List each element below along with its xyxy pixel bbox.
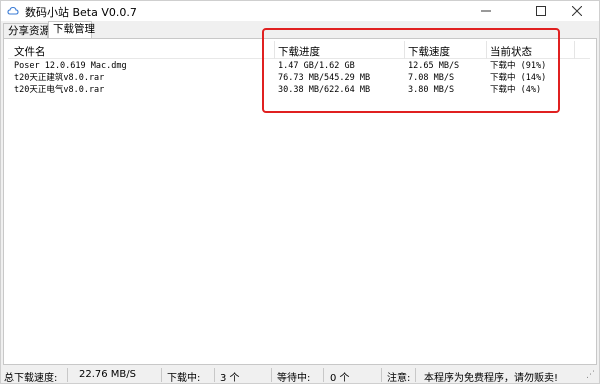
status-bar: 总下载速度: 22.76 MB/S 下载中: 3 个 等待中: 0 个 注意: … [1, 367, 599, 384]
status-divider [67, 368, 68, 382]
resize-grip-icon[interactable]: ⋰ [586, 370, 595, 380]
window-title: 数码小站 Beta V0.0.7 [25, 6, 137, 19]
app-window: 数码小站 Beta V0.0.7 分享资源 下载管理 文件名 下载进度 下载速度… [0, 0, 600, 384]
total-speed-value: 22.76 MB/S [79, 369, 137, 380]
title-bar[interactable]: 数码小站 Beta V0.0.7 [1, 1, 599, 21]
status-divider [271, 368, 272, 382]
file-name: Poser 12.0.619 Mac.dmg [14, 61, 127, 71]
notice-text: 本程序为免费程序，请勿贩卖! [424, 373, 559, 384]
red-highlight-box [262, 28, 560, 113]
total-speed-label: 总下载速度: [4, 373, 58, 384]
cloud-icon [7, 5, 19, 17]
notice-label: 注意: [387, 373, 411, 384]
status-divider [161, 368, 162, 382]
file-name: t20天正电气v8.0.rar [14, 85, 105, 95]
column-divider[interactable] [574, 41, 575, 59]
status-divider [214, 368, 215, 382]
tab-share-resources[interactable]: 分享资源 [3, 23, 50, 39]
status-divider [381, 368, 382, 382]
column-header-filename[interactable]: 文件名 [14, 44, 46, 59]
status-divider [323, 368, 324, 382]
close-button[interactable] [555, 1, 599, 21]
status-divider [415, 368, 416, 382]
file-name: t20天正建筑v8.0.rar [14, 73, 105, 83]
minimize-button[interactable] [464, 1, 508, 21]
downloading-count-label: 下载中: [167, 373, 201, 384]
downloading-count-value: 3 个 [220, 373, 240, 384]
tab-download-manager[interactable]: 下载管理 [48, 21, 95, 39]
waiting-count-value: 0 个 [330, 373, 350, 384]
waiting-count-label: 等待中: [277, 373, 311, 384]
